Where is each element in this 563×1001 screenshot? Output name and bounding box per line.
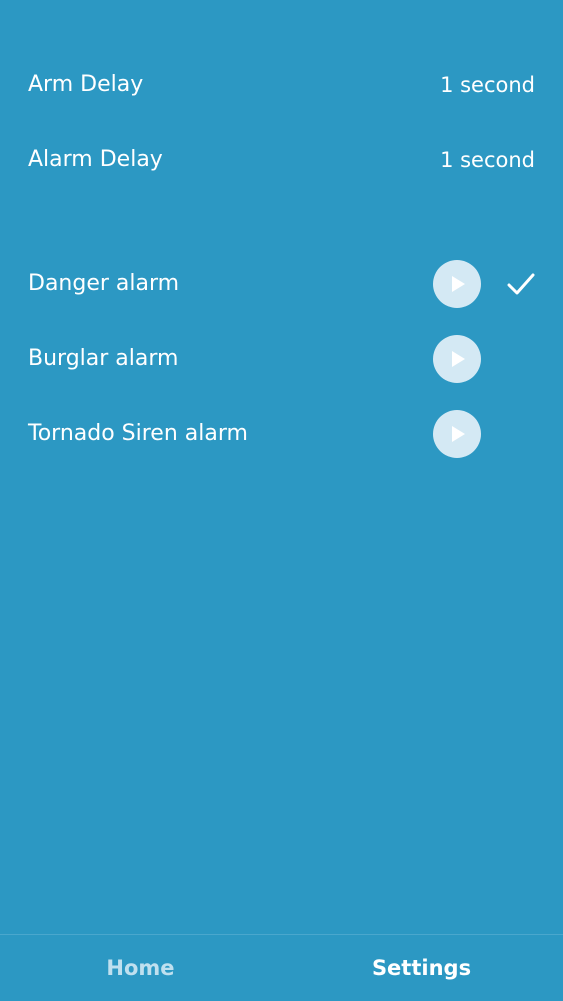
alarm-row-tornado-siren[interactable]: Tornado Siren alarm — [0, 404, 563, 464]
settings-screen: Arm Delay 1 second Alarm Delay 1 second … — [0, 0, 563, 1001]
tab-bar: Home Settings — [0, 934, 563, 1001]
tab-home-label: Home — [106, 956, 175, 980]
alarm-delay-value: 1 second — [440, 147, 535, 172]
alarm-label: Tornado Siren alarm — [28, 421, 248, 446]
play-button[interactable] — [433, 260, 481, 308]
tab-settings[interactable]: Settings — [281, 935, 562, 1001]
play-button[interactable] — [433, 410, 481, 458]
alarm-delay-label: Alarm Delay — [28, 147, 163, 172]
tab-settings-label: Settings — [371, 956, 472, 980]
arm-delay-label: Arm Delay — [28, 72, 144, 97]
checkmark-icon — [507, 273, 535, 295]
play-icon — [452, 351, 465, 367]
play-button[interactable] — [433, 335, 481, 383]
play-icon — [452, 276, 465, 292]
alarm-row-burglar[interactable]: Burglar alarm — [0, 329, 563, 389]
alarm-row-danger[interactable]: Danger alarm — [0, 254, 563, 314]
arm-delay-row[interactable]: Arm Delay 1 second — [0, 55, 563, 115]
play-icon — [452, 426, 465, 442]
arm-delay-value: 1 second — [440, 72, 535, 97]
alarm-label: Burglar alarm — [28, 346, 179, 371]
alarm-label: Danger alarm — [28, 271, 180, 296]
tab-home[interactable]: Home — [0, 935, 281, 1001]
alarm-delay-row[interactable]: Alarm Delay 1 second — [0, 130, 563, 190]
